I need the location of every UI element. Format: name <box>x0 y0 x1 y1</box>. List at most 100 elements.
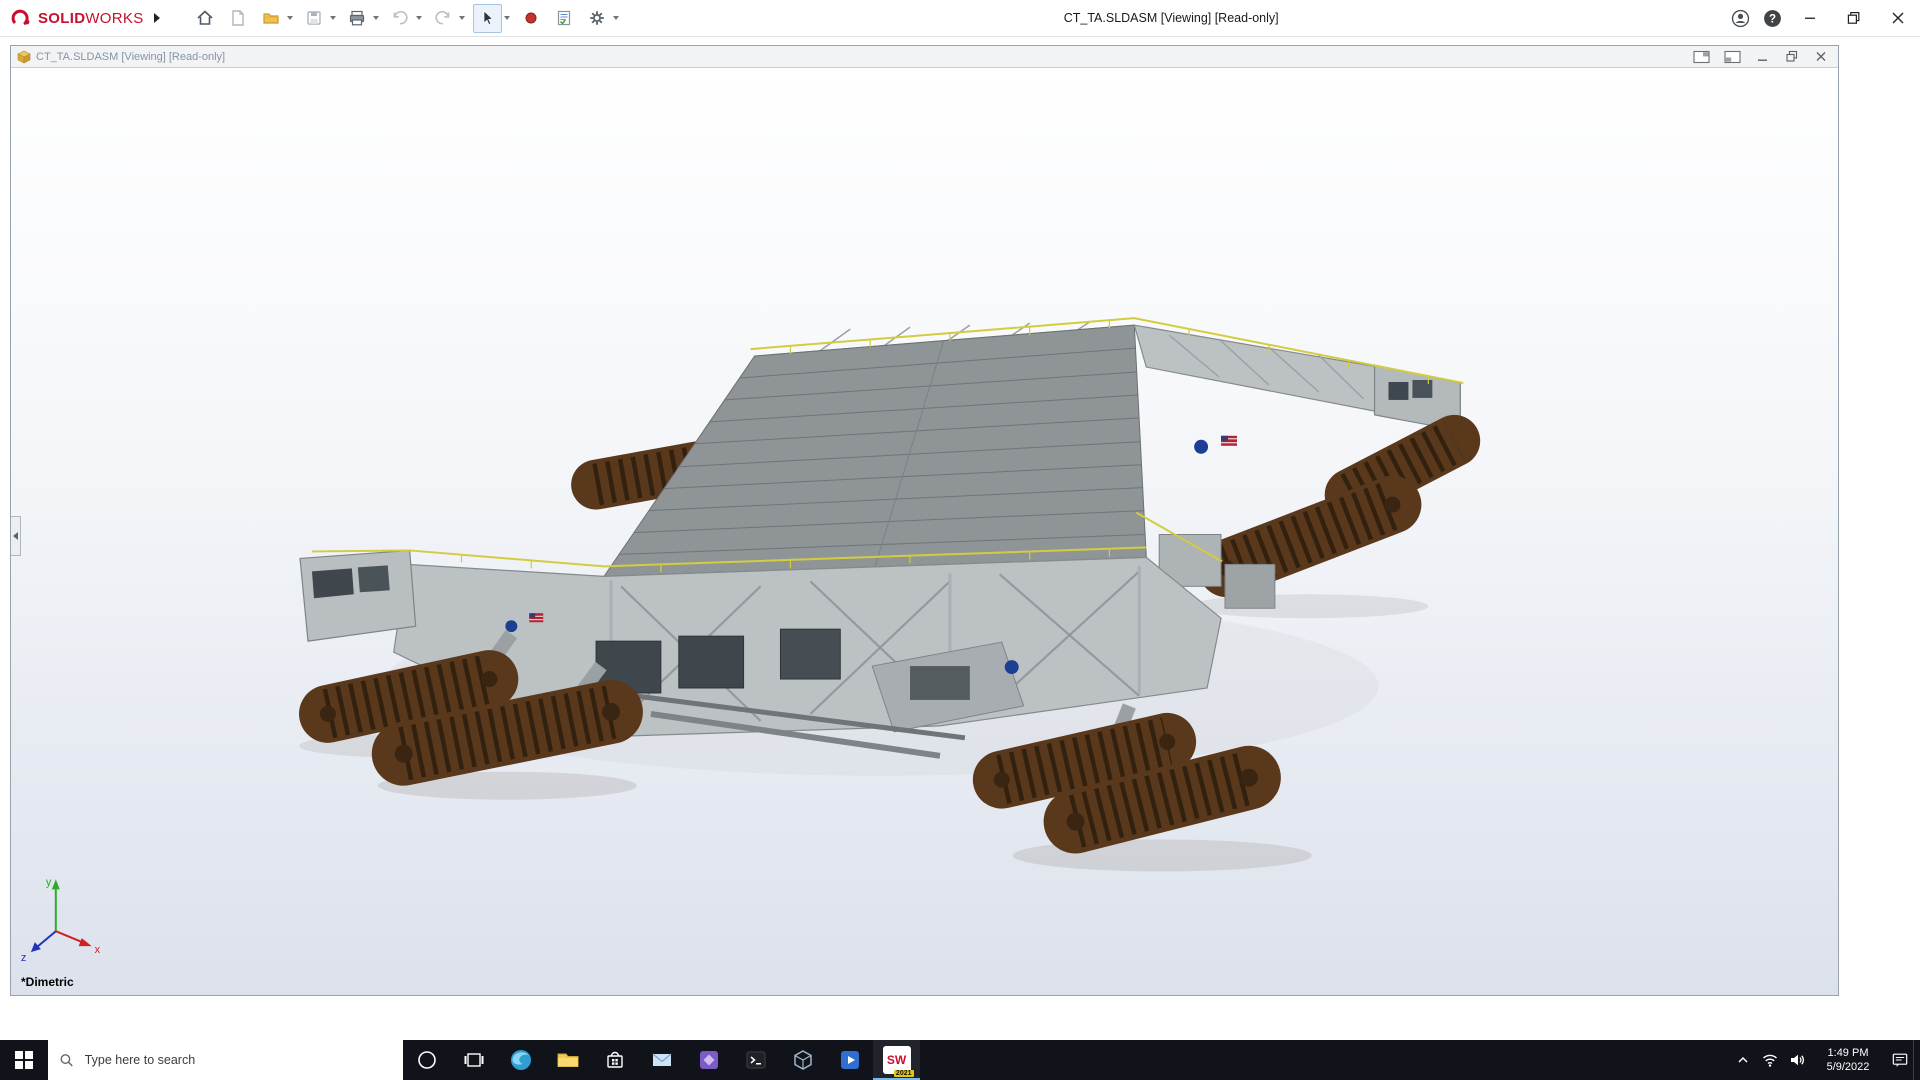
store-icon <box>606 1051 623 1068</box>
restore-icon <box>1847 11 1860 24</box>
select-dropdown-caret-icon[interactable] <box>503 16 510 20</box>
search-input[interactable] <box>82 1052 392 1068</box>
wifi-icon <box>1762 1054 1777 1067</box>
save-icon <box>307 11 321 25</box>
titlebar-controls: ? <box>1724 0 1920 36</box>
solidworks-taskbar-button[interactable]: SW 2021 <box>873 1040 920 1080</box>
close-button[interactable] <box>1876 0 1920 36</box>
file-explorer-icon <box>557 1053 578 1067</box>
reference-triad: y x z <box>21 876 101 964</box>
tray-overflow-button[interactable] <box>1729 1040 1756 1080</box>
menu-expand-icon[interactable] <box>153 13 160 23</box>
svg-text:x: x <box>95 944 101 956</box>
edge-icon <box>510 1050 531 1070</box>
account-icon <box>1731 9 1749 27</box>
solidworks-year-badge: 2021 <box>893 1070 914 1077</box>
doc-restore-icon[interactable] <box>1784 50 1800 63</box>
redo-dropdown-caret-icon[interactable] <box>458 16 465 20</box>
document-window: CT_TA.SLDASM [Viewing] [Read-only] y x z… <box>10 45 1839 996</box>
3d-viewer-button[interactable] <box>779 1040 826 1080</box>
window-title: CT_TA.SLDASM [Viewing] [Read-only] <box>1063 11 1279 25</box>
print-dropdown-caret-icon[interactable] <box>372 16 379 20</box>
print-button[interactable] <box>344 5 371 32</box>
taskbar-clock[interactable]: 1:49 PM 5/9/2022 <box>1810 1046 1886 1075</box>
taskbar-search[interactable] <box>48 1040 403 1080</box>
undo-icon <box>393 10 408 25</box>
viewport-split-icon[interactable] <box>1724 50 1742 64</box>
properties-button[interactable] <box>551 5 578 32</box>
terminal-button[interactable] <box>732 1040 779 1080</box>
undo-button[interactable] <box>387 5 414 32</box>
close-icon <box>1892 12 1904 24</box>
home-button[interactable] <box>192 5 219 32</box>
movies-icon <box>840 1051 859 1069</box>
solidworks-app-icon: SW 2021 <box>882 1046 914 1077</box>
open-button[interactable] <box>258 5 285 32</box>
3d-viewer-icon <box>793 1050 812 1070</box>
open-dropdown-caret-icon[interactable] <box>286 16 293 20</box>
solidworks-logo-icon <box>11 9 30 26</box>
titlebar: SOLIDWORKS CT_TA.SLDASM [Viewing] [Read-… <box>0 0 1920 37</box>
svg-text:?: ? <box>1768 13 1775 25</box>
store-button[interactable] <box>591 1040 638 1080</box>
redo-icon <box>435 10 450 25</box>
edge-button[interactable] <box>497 1040 544 1080</box>
gem-app-icon <box>699 1051 718 1069</box>
record-icon <box>525 12 537 24</box>
record-button[interactable] <box>518 5 545 32</box>
cortana-icon <box>417 1051 436 1069</box>
solidworks-logo: SOLIDWORKS <box>10 8 144 28</box>
svg-text:z: z <box>21 952 26 964</box>
app-gem-button[interactable] <box>685 1040 732 1080</box>
new-document-button[interactable] <box>225 5 252 32</box>
restore-button[interactable] <box>1832 0 1876 36</box>
right-truss-and-cab <box>1133 324 1461 432</box>
viewport-layout-icon[interactable] <box>1693 50 1711 64</box>
save-button[interactable] <box>301 5 328 32</box>
document-title: CT_TA.SLDASM [Viewing] [Read-only] <box>36 50 226 63</box>
graphics-viewport[interactable]: .pl{stroke:#6e7477;stroke-width:1;} .yl{… <box>11 68 1838 995</box>
windows-logo-icon <box>15 1051 33 1069</box>
new-document-icon <box>232 10 244 26</box>
view-orientation-label: *Dimetric <box>21 975 74 989</box>
doc-close-icon[interactable] <box>1813 50 1829 63</box>
options-dropdown-caret-icon[interactable] <box>612 16 619 20</box>
assembly-document-icon <box>17 50 31 64</box>
clock-date: 5/9/2022 <box>1826 1061 1870 1073</box>
featuremanager-collapse-tab[interactable] <box>11 516 21 556</box>
save-dropdown-caret-icon[interactable] <box>329 16 336 20</box>
chevron-up-icon <box>1737 1056 1748 1063</box>
home-icon <box>197 10 213 25</box>
select-cursor-icon <box>483 10 494 26</box>
crawler-transporter-model[interactable]: .pl{stroke:#6e7477;stroke-width:1;} .yl{… <box>11 68 1838 995</box>
file-explorer-button[interactable] <box>544 1040 591 1080</box>
settings-gear-icon <box>590 11 604 25</box>
undo-dropdown-caret-icon[interactable] <box>415 16 422 20</box>
start-button[interactable] <box>0 1040 48 1080</box>
options-button[interactable] <box>584 5 611 32</box>
redo-button[interactable] <box>430 5 457 32</box>
cortana-button[interactable] <box>403 1040 450 1080</box>
movies-button[interactable] <box>826 1040 873 1080</box>
task-view-button[interactable] <box>450 1040 497 1080</box>
doc-minimize-icon[interactable] <box>1755 50 1771 63</box>
svg-text:y: y <box>46 876 52 888</box>
quick-toolbar <box>186 3 621 33</box>
volume-button[interactable] <box>1783 1040 1810 1080</box>
account-button[interactable] <box>1724 0 1756 36</box>
network-button[interactable] <box>1756 1040 1783 1080</box>
minimize-icon <box>1805 17 1815 19</box>
document-titlebar: CT_TA.SLDASM [Viewing] [Read-only] <box>11 46 1838 68</box>
action-center-button[interactable] <box>1886 1040 1913 1080</box>
minimize-button[interactable] <box>1788 0 1832 36</box>
task-view-icon <box>464 1053 483 1067</box>
solidworks-window: SOLIDWORKS CT_TA.SLDASM [Viewing] [Read-… <box>0 0 1920 1080</box>
left-cab <box>299 549 417 642</box>
select-tool-button[interactable] <box>472 3 502 33</box>
search-icon <box>60 1054 73 1067</box>
show-desktop-button[interactable] <box>1913 1040 1920 1080</box>
print-icon <box>349 10 365 26</box>
system-tray: 1:49 PM 5/9/2022 <box>1729 1040 1920 1080</box>
mail-button[interactable] <box>638 1040 685 1080</box>
help-button[interactable]: ? <box>1756 0 1788 36</box>
